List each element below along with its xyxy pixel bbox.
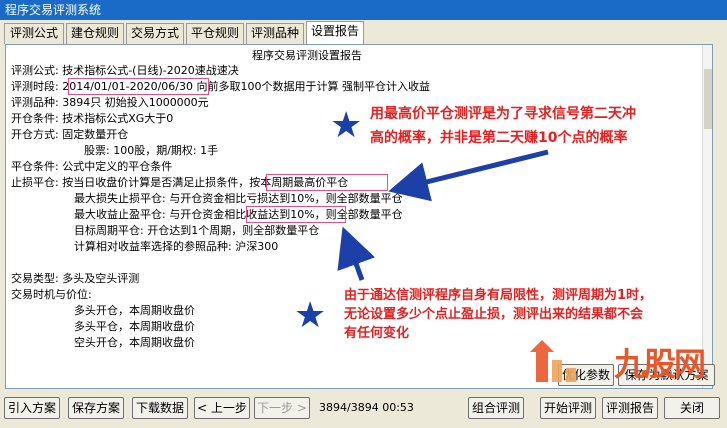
chevron-left-icon: < — [197, 401, 211, 415]
report-line: 评测品种: 3894只 初始投入1000000元 — [11, 96, 209, 109]
prev-step-button[interactable]: < 上一步 — [194, 397, 250, 419]
window-title: 程序交易评测系统 — [5, 3, 102, 17]
star-icon: ★ — [294, 295, 327, 336]
next-step-label: 下一步 — [257, 401, 294, 415]
annotation-bottom-line-3: 有任何变化 — [344, 326, 410, 341]
tab-instrument[interactable]: 评测品种 — [246, 23, 304, 44]
annotation-bottom-line-2: 无论设置多少个点止盈止损，测评出来的结果都不会 — [344, 307, 644, 322]
report-title: 程序交易评测设置报告 — [252, 49, 362, 62]
report-line: 最大损失止损平仓: 与开仓资金相比亏损达到10%，则全部数量平仓 — [74, 192, 403, 205]
next-step-button[interactable]: 下一步 > — [254, 397, 310, 419]
download-data-button[interactable]: 下载数据 — [132, 397, 188, 419]
highlight-box-period — [68, 78, 209, 95]
scrollbar-thumb[interactable] — [704, 69, 712, 129]
report-line: 目标周期平仓: 开仓达到1个周期，则全部数量平仓 — [74, 224, 320, 237]
report-line: 开仓条件: 技术指标公式XG大于0 — [11, 112, 174, 125]
annotation-bottom-line-1: 由于通达信测评程序自身有局限性，测评周期为1时， — [344, 288, 653, 303]
tab-close-rule[interactable]: 平仓规则 — [186, 23, 244, 44]
bottom-toolbar: 引入方案 保存方案 下载数据 < 上一步 下一步 > 3894/3894 00:… — [0, 390, 727, 428]
chevron-right-icon: > — [293, 401, 307, 415]
test-report-button[interactable]: 评测报告 — [602, 397, 658, 419]
progress-counter: 3894/3894 00:53 — [319, 401, 414, 414]
tab-formula[interactable]: 评测公式 — [4, 23, 64, 44]
vertical-scrollbar[interactable] — [702, 45, 712, 388]
annotation-top-line-1: 用最高价平仓测评是为了寻求信号第二天冲 — [370, 106, 636, 122]
report-line: 平仓条件: 公式中定义的平仓条件 — [11, 160, 173, 173]
report-line: 开仓方式: 固定数量开仓 — [11, 128, 129, 141]
close-button[interactable]: 关闭 — [664, 397, 720, 419]
combo-test-button[interactable]: 组合评测 — [468, 397, 524, 419]
report-line: 评测公式: 技术指标公式-(日线)-2020速战速决 — [11, 64, 239, 77]
report-line: 多头平仓，本周期收盘价 — [74, 320, 195, 333]
tab-settings-report[interactable]: 设置报告 — [306, 21, 364, 45]
start-test-button[interactable]: 开始评测 — [540, 397, 596, 419]
tab-open-rule[interactable]: 建仓规则 — [66, 23, 124, 44]
import-scheme-button[interactable]: 引入方案 — [4, 397, 60, 419]
prev-step-label: 上一步 — [210, 401, 247, 415]
report-line: 最大收益止盈平仓: 与开仓资金相比收益达到10%，则全部数量平仓 — [74, 208, 403, 221]
watermark-logo — [530, 340, 576, 382]
star-icon: ★ — [330, 105, 363, 146]
report-line: 股票: 100股，期/期权: 1手 — [84, 144, 219, 157]
save-scheme-button[interactable]: 保存方案 — [68, 397, 124, 419]
report-line: 多头开仓，本周期收盘价 — [74, 304, 195, 317]
report-line: 交易时机与价位: — [11, 288, 92, 301]
window-title-bar: 程序交易评测系统 — [0, 0, 727, 20]
report-line: 计算相对收益率选择的参照品种: 沪深300 — [74, 240, 279, 253]
report-line: 空头开仓，本周期收盘价 — [74, 336, 195, 349]
tab-trade-mode[interactable]: 交易方式 — [126, 23, 184, 44]
watermark-text: 九股网 — [614, 345, 706, 383]
report-line: 交易类型: 多头及空头评测 — [11, 272, 140, 285]
tab-bar: 评测公式 建仓规则 交易方式 平仓规则 评测品种 设置报告 — [0, 20, 727, 45]
highlight-box-take-profit — [246, 206, 346, 223]
highlight-box-stop-loss — [266, 174, 388, 191]
annotation-top-line-2: 高的概率，并非是第二天赚10个点的概率 — [370, 130, 628, 146]
